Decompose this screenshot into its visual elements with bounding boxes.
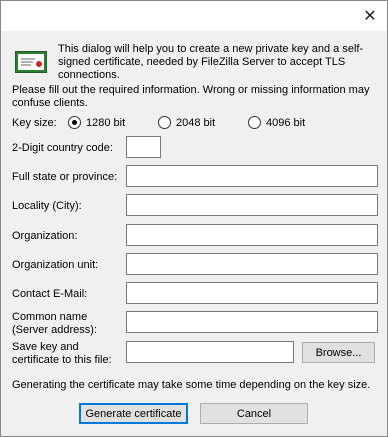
certificate-icon	[15, 51, 47, 73]
save-path-label-line1: Save key and	[12, 341, 79, 353]
common-name-input[interactable]	[126, 311, 378, 333]
generation-note: Generating the certificate may take some…	[12, 379, 371, 391]
save-path-label: Save key and certificate to this file:	[12, 341, 112, 367]
common-name-label: Common name (Server address):	[12, 311, 97, 337]
radio-1280-indicator	[68, 116, 81, 129]
state-label: Full state or province:	[12, 171, 118, 183]
email-label: Contact E-Mail:	[12, 288, 88, 300]
radio-2048[interactable]: 2048 bit	[158, 116, 215, 129]
radio-1280[interactable]: 1280 bit	[68, 116, 125, 129]
organization-input[interactable]	[126, 224, 378, 246]
generate-certificate-button[interactable]: Generate certificate	[79, 403, 188, 424]
title-bar: ✕	[1, 1, 387, 31]
country-input[interactable]	[126, 136, 161, 158]
intro-text: This dialog will help you to create a ne…	[58, 43, 364, 81]
close-icon: ✕	[363, 8, 377, 25]
radio-1280-label: 1280 bit	[86, 116, 126, 129]
state-input[interactable]	[126, 165, 378, 187]
organization-label: Organization:	[12, 230, 78, 242]
radio-2048-indicator	[158, 116, 171, 129]
radio-2048-label: 2048 bit	[176, 116, 216, 129]
radio-4096-indicator	[248, 116, 261, 129]
browse-button[interactable]: Browse...	[302, 342, 375, 363]
org-unit-label: Organization unit:	[12, 259, 99, 271]
radio-4096[interactable]: 4096 bit	[248, 116, 305, 129]
country-label: 2-Digit country code:	[12, 142, 113, 154]
save-path-input[interactable]	[126, 341, 294, 363]
certificate-dialog: ✕ This dialog will help you to create a …	[0, 0, 388, 437]
cancel-button[interactable]: Cancel	[200, 403, 308, 424]
radio-4096-label: 4096 bit	[266, 116, 306, 129]
common-name-label-line2: (Server address):	[12, 324, 97, 336]
close-button[interactable]: ✕	[353, 1, 387, 31]
info-text: Please fill out the required information…	[12, 84, 370, 109]
locality-label: Locality (City):	[12, 200, 82, 212]
email-input[interactable]	[126, 282, 378, 304]
locality-input[interactable]	[126, 194, 378, 216]
key-size-label: Key size:	[12, 117, 57, 129]
common-name-label-line1: Common name	[12, 311, 88, 323]
save-path-label-line2: certificate to this file:	[12, 354, 112, 366]
org-unit-input[interactable]	[126, 253, 378, 275]
